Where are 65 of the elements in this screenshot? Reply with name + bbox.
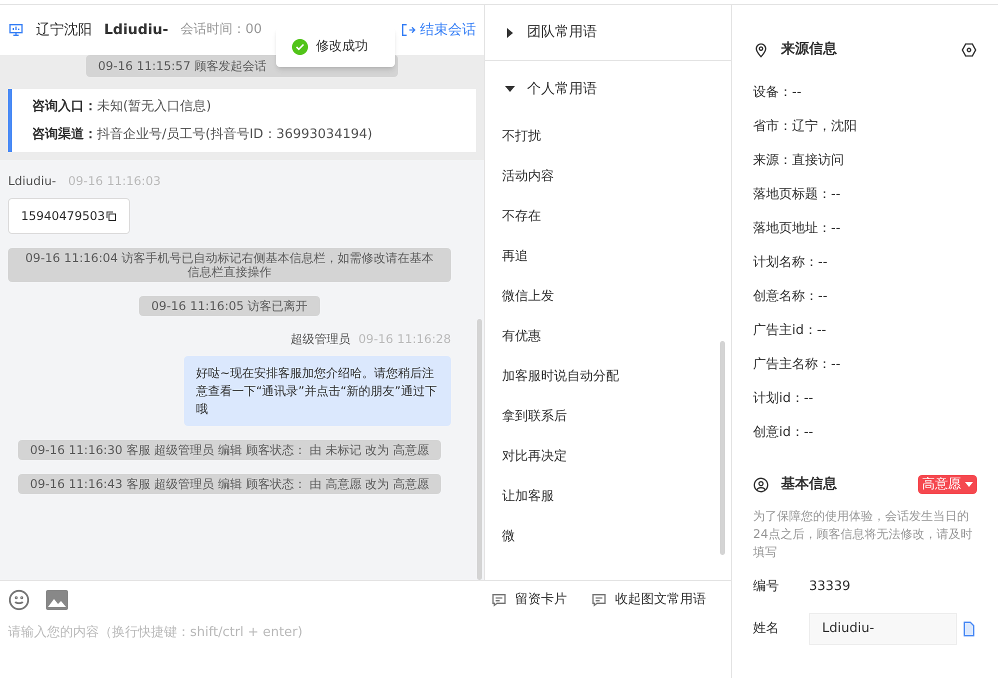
sender-name: Ldiudiu- [8, 173, 56, 190]
phrase-item[interactable]: 微 [502, 517, 714, 557]
section-title: 来源信息 [781, 40, 837, 59]
notice-text: 为了保障您的使用体验，会话发生当日的24点之后，顾客信息将无法修改，请及时填写 [753, 508, 974, 561]
toolbar-action[interactable]: 留资卡片 [491, 590, 567, 610]
message-bubble: 好哒~现在安排客服加您介绍哈。请您稍后注意查看一下“通讯录”并点击“新的朋友”通过下哦 [184, 356, 451, 426]
document-icon [961, 620, 977, 636]
smiley-icon [8, 589, 30, 611]
sender-name: 超级管理员 [290, 331, 350, 348]
info-field: 省市：辽宁，沈阳 [753, 110, 977, 144]
caret-icon [965, 482, 973, 487]
copy-icon [104, 210, 117, 222]
image-icon[interactable] [46, 590, 68, 610]
info-field: 创意名称：-- [753, 280, 977, 314]
phrase-item[interactable]: 加客服时说自动分配 [502, 357, 714, 397]
phrase-item[interactable]: 不存在 [502, 197, 714, 237]
phrase-item[interactable]: 让加客服 [502, 477, 714, 517]
session-time: 会话时间：00 [180, 21, 262, 40]
message-bubble: 15940479503 [8, 198, 130, 234]
system-message: 09-16 11:16:43 客服 超级管理员 编辑 顾客状态： 由 高意愿 改为 高意愿 [18, 474, 442, 494]
message-time: 09-16 11:16:28 [358, 331, 451, 348]
info-field: 计划名称：-- [753, 246, 977, 280]
entry-info-line: 咨询渠道：抖音企业号/员工号(抖音号ID：36993034194) [32, 126, 374, 144]
end-session-button[interactable]: 结束会话 [400, 20, 476, 40]
monitor-icon [8, 22, 24, 38]
info-field: 落地页地址：-- [753, 212, 977, 246]
info-field: 设备：-- [753, 76, 977, 110]
info-field: 计划id：-- [753, 382, 977, 416]
field-value: 33339 [809, 578, 850, 596]
phrase-item[interactable]: 微信上发 [502, 277, 714, 317]
system-message: 09-16 11:16:30 客服 超级管理员 编辑 顾客状态： 由 未标记 改为 高意愿 [18, 440, 442, 460]
info-field: 来源：直接访问 [753, 144, 977, 178]
check-icon [292, 39, 308, 55]
caret-icon [505, 84, 515, 94]
info-field: 创意id：-- [753, 416, 977, 450]
info-field: 广告主id：-- [753, 314, 977, 348]
user-icon [753, 476, 769, 492]
system-message: 09-16 11:16:04 访客手机号已自动标记右侧基本信息栏，如需修改请在基本信息栏直接操作 [8, 248, 451, 282]
location-pin-icon [753, 42, 769, 58]
visitor-name: Ldiudiu- [104, 20, 168, 40]
phrase-item[interactable]: 活动内容 [502, 157, 714, 197]
toolbar-action[interactable]: 收起图文常用语 [591, 590, 706, 610]
message-icon [491, 592, 507, 608]
phrase-item[interactable]: 拿到联系后 [502, 397, 714, 437]
entry-info-line: 咨询入口：未知(暂无入口信息) [32, 98, 212, 116]
name-input[interactable]: Ldiudiu- [809, 612, 957, 644]
field-label: 编号 [753, 578, 780, 596]
message-time: 09-16 11:16:03 [68, 173, 161, 190]
info-field: 广告主名称：-- [753, 348, 977, 382]
phrase-item[interactable]: 对比再决定 [502, 437, 714, 477]
exit-icon [400, 22, 416, 38]
location-text: 辽宁沈阳 [36, 20, 92, 40]
info-field: 落地页标题：-- [753, 178, 977, 212]
phrase-item[interactable]: 再追 [502, 237, 714, 277]
settings-icon [961, 42, 977, 58]
success-toast: 修改成功 [276, 27, 395, 67]
system-message: 09-16 11:16:05 访客已离开 [139, 296, 320, 316]
caret-icon [505, 28, 515, 38]
status-tag[interactable]: 高意愿 [918, 474, 977, 494]
phrase-item[interactable]: 不打扰 [502, 117, 714, 157]
message-icon [591, 592, 607, 608]
message-input[interactable]: 请输入您的内容（换行快捷键：shift/ctrl + enter) [8, 623, 723, 642]
phrase-item[interactable]: 有优惠 [502, 317, 714, 357]
section-title: 基本信息 [781, 475, 837, 494]
field-label: 姓名 [753, 620, 780, 638]
